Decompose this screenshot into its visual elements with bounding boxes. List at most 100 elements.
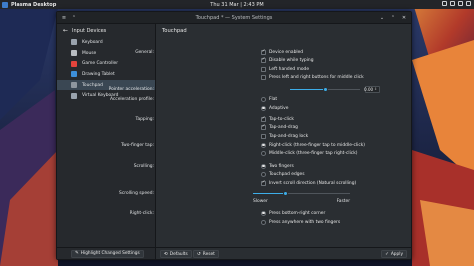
- titlebar[interactable]: ≡ ⌃ Touchpad * — System Settings ⌄ ⌃ ✕: [57, 12, 411, 24]
- sidebar-item-label: Mouse: [82, 50, 97, 56]
- apply-button[interactable]: ✓ Apply: [381, 250, 407, 258]
- reset-icon: ↺: [197, 251, 201, 257]
- radio-selected-icon: [261, 142, 266, 148]
- tap-to-click-label: Tap-to-click: [269, 116, 294, 122]
- radio-unselected-icon: [261, 96, 266, 102]
- apply-check-icon: ✓: [385, 251, 389, 257]
- device-enabled-label: Device enabled: [269, 49, 304, 55]
- volume-icon[interactable]: [450, 1, 455, 6]
- checkbox-checked-icon: [261, 58, 266, 63]
- sidebar-item-drawing-tablet[interactable]: Drawing Tablet: [57, 69, 155, 80]
- invert-scroll-checkbox[interactable]: Invert scroll direction (Natural scrolli…: [261, 180, 357, 186]
- battery-icon[interactable]: [466, 1, 471, 6]
- two-finger-right-click-radio[interactable]: Right-click (three-finger tap to middle-…: [261, 142, 365, 148]
- device-enabled-checkbox[interactable]: Device enabled: [261, 49, 304, 55]
- maximize-icon[interactable]: ⌃: [390, 15, 396, 21]
- checkbox-checked-icon: [261, 116, 266, 122]
- virtual-keyboard-icon: [71, 92, 77, 99]
- tap-drag-lock-label: Tap-and-drag lock: [269, 133, 309, 139]
- press-two-fingers-label: Press anywhere with two fingers: [269, 219, 341, 225]
- defaults-button[interactable]: ⟲ Defaults: [160, 250, 192, 258]
- highlight-changed-label: Highlight Changed Settings: [80, 251, 140, 256]
- slider-fill: [290, 88, 325, 90]
- pointer-acceleration-slider[interactable]: [290, 86, 360, 92]
- reset-label: Reset: [202, 251, 215, 257]
- sidebar-item-label: Touchpad: [82, 82, 103, 88]
- slider-handle[interactable]: [282, 190, 288, 196]
- apply-label: Apply: [390, 251, 403, 257]
- profile-adaptive-radio[interactable]: Adaptive: [261, 105, 289, 111]
- sidebar-list: Keyboard Mouse Game Controller Drawing Tabl…: [57, 37, 155, 101]
- scroll-two-fingers-label: Two fingers: [269, 163, 294, 169]
- sidebar-section-title: Input Devices: [72, 27, 107, 34]
- press-bottom-right-label: Press bottom-right corner: [269, 210, 326, 216]
- close-icon[interactable]: ✕: [401, 15, 407, 21]
- scroll-edges-label: Touchpad edges: [269, 172, 305, 177]
- spin-arrows-icon[interactable]: ⇕: [374, 87, 377, 91]
- tap-to-click-checkbox[interactable]: Tap-to-click: [261, 116, 294, 122]
- press-bottom-right-radio[interactable]: Press bottom-right corner: [261, 210, 326, 216]
- scroll-edges-radio[interactable]: Touchpad edges: [261, 172, 305, 177]
- profile-flat-radio[interactable]: Flat: [261, 96, 278, 102]
- checkbox-unchecked-icon: [261, 133, 266, 139]
- general-label: General:: [135, 49, 154, 55]
- window-title: Touchpad * — System Settings: [195, 14, 273, 21]
- main-panel: Touchpad General: Device enabled Disable…: [109, 24, 411, 259]
- tapping-label: Tapping:: [135, 116, 155, 122]
- touchpad-icon: [71, 82, 77, 89]
- left-handed-checkbox[interactable]: Left handed mode: [261, 66, 310, 72]
- main-footer: ⟲ Defaults ↺ Reset ✓ Apply: [156, 247, 411, 259]
- sidebar: ← Input Devices Keyboard Mouse Game Contro…: [57, 24, 156, 259]
- reset-button[interactable]: ↺ Reset: [193, 250, 219, 258]
- profile-flat-label: Flat: [269, 96, 278, 102]
- radio-unselected-icon: [261, 219, 266, 225]
- acceleration-profile-label: Acceleration profile:: [109, 96, 154, 102]
- network-icon[interactable]: [458, 1, 463, 6]
- sidebar-item-label: Keyboard: [82, 39, 103, 45]
- clipboard-icon[interactable]: [442, 1, 447, 6]
- speed-scale: Slower Faster: [253, 199, 350, 204]
- tap-and-drag-checkbox[interactable]: Tap-and-drag: [261, 125, 298, 130]
- top-panel: Plasma Desktop Thu 31 Mar | 2:43 PM: [0, 0, 474, 9]
- checkbox-checked-icon: [261, 125, 266, 130]
- press-two-fingers-radio[interactable]: Press anywhere with two fingers: [261, 219, 341, 225]
- middle-click-emulation-label: Press left and right buttons for middle …: [269, 75, 364, 80]
- page-title: Touchpad: [162, 27, 187, 34]
- back-arrow-icon: ←: [63, 27, 69, 34]
- two-finger-middle-click-radio[interactable]: Middle-click (three-finger tap right-cli…: [261, 151, 357, 156]
- right-click-label: Right-click:: [129, 210, 154, 216]
- checkbox-checked-icon: [261, 49, 266, 55]
- scrolling-label: Scrolling:: [133, 163, 154, 169]
- tap-drag-lock-checkbox[interactable]: Tap-and-drag lock: [261, 133, 309, 139]
- sidebar-item-game-controller[interactable]: Game Controller: [57, 58, 155, 69]
- pointer-acceleration-spinbox[interactable]: 0.00 ⇕: [364, 85, 380, 93]
- checkbox-unchecked-icon: [261, 75, 266, 80]
- invert-scroll-label: Invert scroll direction (Natural scrolli…: [269, 180, 357, 186]
- checkbox-unchecked-icon: [261, 66, 266, 72]
- system-tray: [442, 1, 471, 6]
- sidebar-item-keyboard[interactable]: Keyboard: [57, 37, 155, 48]
- clock[interactable]: Thu 31 Mar | 2:43 PM: [0, 2, 474, 8]
- back-button[interactable]: ← Input Devices: [57, 24, 155, 37]
- faster-label: Faster: [336, 198, 350, 204]
- disable-while-typing-checkbox[interactable]: Disable while typing: [261, 58, 314, 63]
- left-handed-label: Left handed mode: [269, 66, 310, 72]
- defaults-label: Defaults: [169, 251, 188, 257]
- tap-and-drag-label: Tap-and-drag: [269, 125, 298, 130]
- defaults-icon: ⟲: [164, 251, 168, 257]
- middle-click-emulation-checkbox[interactable]: Press left and right buttons for middle …: [261, 75, 364, 80]
- profile-adaptive-label: Adaptive: [269, 105, 289, 111]
- sidebar-item-label: Drawing Tablet: [82, 71, 115, 77]
- radio-unselected-icon: [261, 172, 266, 177]
- slider-handle[interactable]: [322, 86, 328, 92]
- scrolling-speed-label: Scrolling speed:: [119, 190, 154, 196]
- scroll-two-fingers-radio[interactable]: Two fingers: [261, 163, 294, 169]
- pointer-acceleration-label: Pointer acceleration:: [108, 86, 154, 92]
- sidebar-item-label: Game Controller: [82, 61, 119, 67]
- scrolling-speed-slider[interactable]: [253, 190, 350, 196]
- slider-fill: [253, 192, 285, 194]
- tablet-icon: [71, 71, 77, 78]
- highlight-changed-button[interactable]: ✎ Highlight Changed Settings: [71, 249, 144, 258]
- minimize-icon[interactable]: ⌄: [379, 15, 385, 21]
- disable-while-typing-label: Disable while typing: [269, 58, 314, 63]
